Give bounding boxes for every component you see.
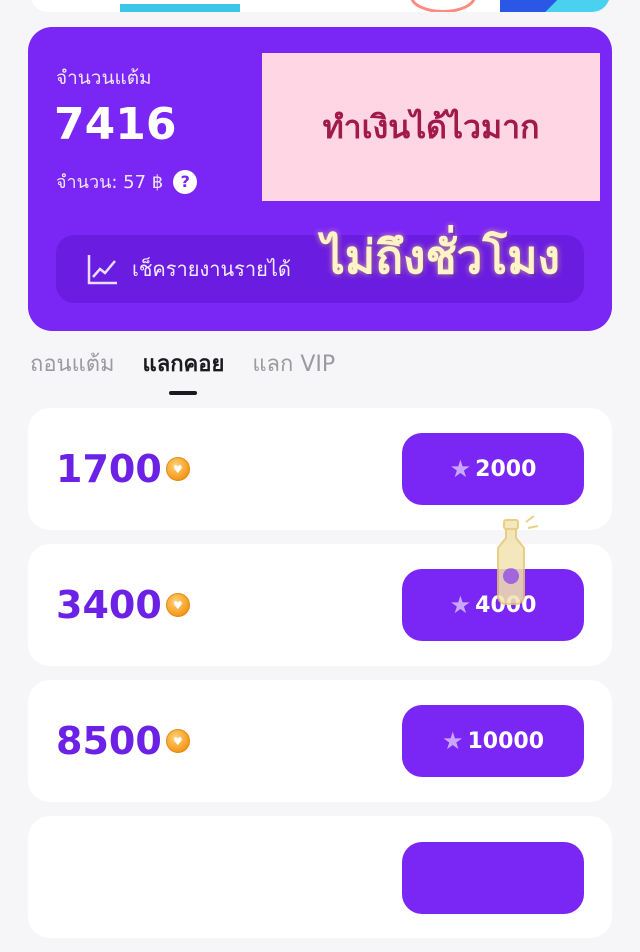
coin-icon: ♥: [165, 729, 190, 753]
coin-icon: ♥: [165, 457, 190, 481]
coin-value: 3400: [56, 583, 162, 627]
coin-amount: 8500 ♥: [56, 719, 190, 763]
top-banner[interactable]: [30, 0, 610, 12]
income-report-button[interactable]: เช็ครายงานรายได้ ไม่ถึงชั่วโมง: [56, 230, 584, 303]
star-icon: ★: [449, 591, 472, 619]
help-icon[interactable]: ?: [173, 169, 198, 194]
points-amount: จำนวน: 57 ฿ ?: [56, 167, 198, 196]
coin-value: 8500: [56, 719, 162, 763]
tab-withdraw-points[interactable]: ถอนแต้ม: [30, 346, 115, 381]
line-chart-icon: [87, 255, 117, 285]
exchange-row: 8500 ♥ ★ 10000: [28, 680, 612, 802]
coin-value: 1700: [56, 447, 162, 491]
coin-amount: 1700 ♥: [56, 447, 190, 491]
promo-text: ทำเงินได้ไวมาก: [322, 107, 540, 146]
promo-overlay-box: ทำเงินได้ไวมาก: [262, 53, 600, 201]
redeem-cost: 2000: [475, 456, 537, 482]
banner-graphic: [500, 0, 610, 12]
exchange-row-partial: [28, 816, 612, 938]
points-label: จำนวนแต้ม: [56, 67, 152, 89]
points-value: 7416: [54, 99, 177, 150]
exchange-list: 1700 ♥ ★ 2000 3400 ♥ ★ 4000 8500 ♥ ★ 100…: [28, 408, 612, 952]
banner-graphic: [120, 4, 240, 12]
banner-graphic: [410, 0, 476, 12]
exchange-tabs: ถอนแต้ม แลกคอย แลก VIP: [30, 346, 335, 381]
redeem-button[interactable]: ★ 2000: [402, 433, 584, 505]
star-icon: ★: [441, 727, 464, 755]
amount-label: จำนวน: 57 ฿: [56, 172, 164, 193]
report-label: เช็ครายงานรายได้: [132, 257, 291, 281]
redeem-cost: 10000: [467, 728, 545, 754]
bottle-sticker-icon: [497, 515, 539, 605]
star-icon: ★: [449, 455, 472, 483]
tab-exchange-coins[interactable]: แลกคอย: [143, 346, 225, 381]
tab-exchange-vip[interactable]: แลก VIP: [252, 346, 335, 381]
exchange-row: 1700 ♥ ★ 2000: [28, 408, 612, 530]
points-card: จำนวนแต้ม 7416 จำนวน: 57 ฿ ? ทำเงินได้ไว…: [28, 27, 612, 331]
redeem-button[interactable]: ★ 10000: [402, 705, 584, 777]
coin-icon: ♥: [165, 593, 190, 617]
overlay-caption: ไม่ถึงชั่วโมง: [321, 230, 560, 284]
coin-amount: 3400 ♥: [56, 583, 190, 627]
